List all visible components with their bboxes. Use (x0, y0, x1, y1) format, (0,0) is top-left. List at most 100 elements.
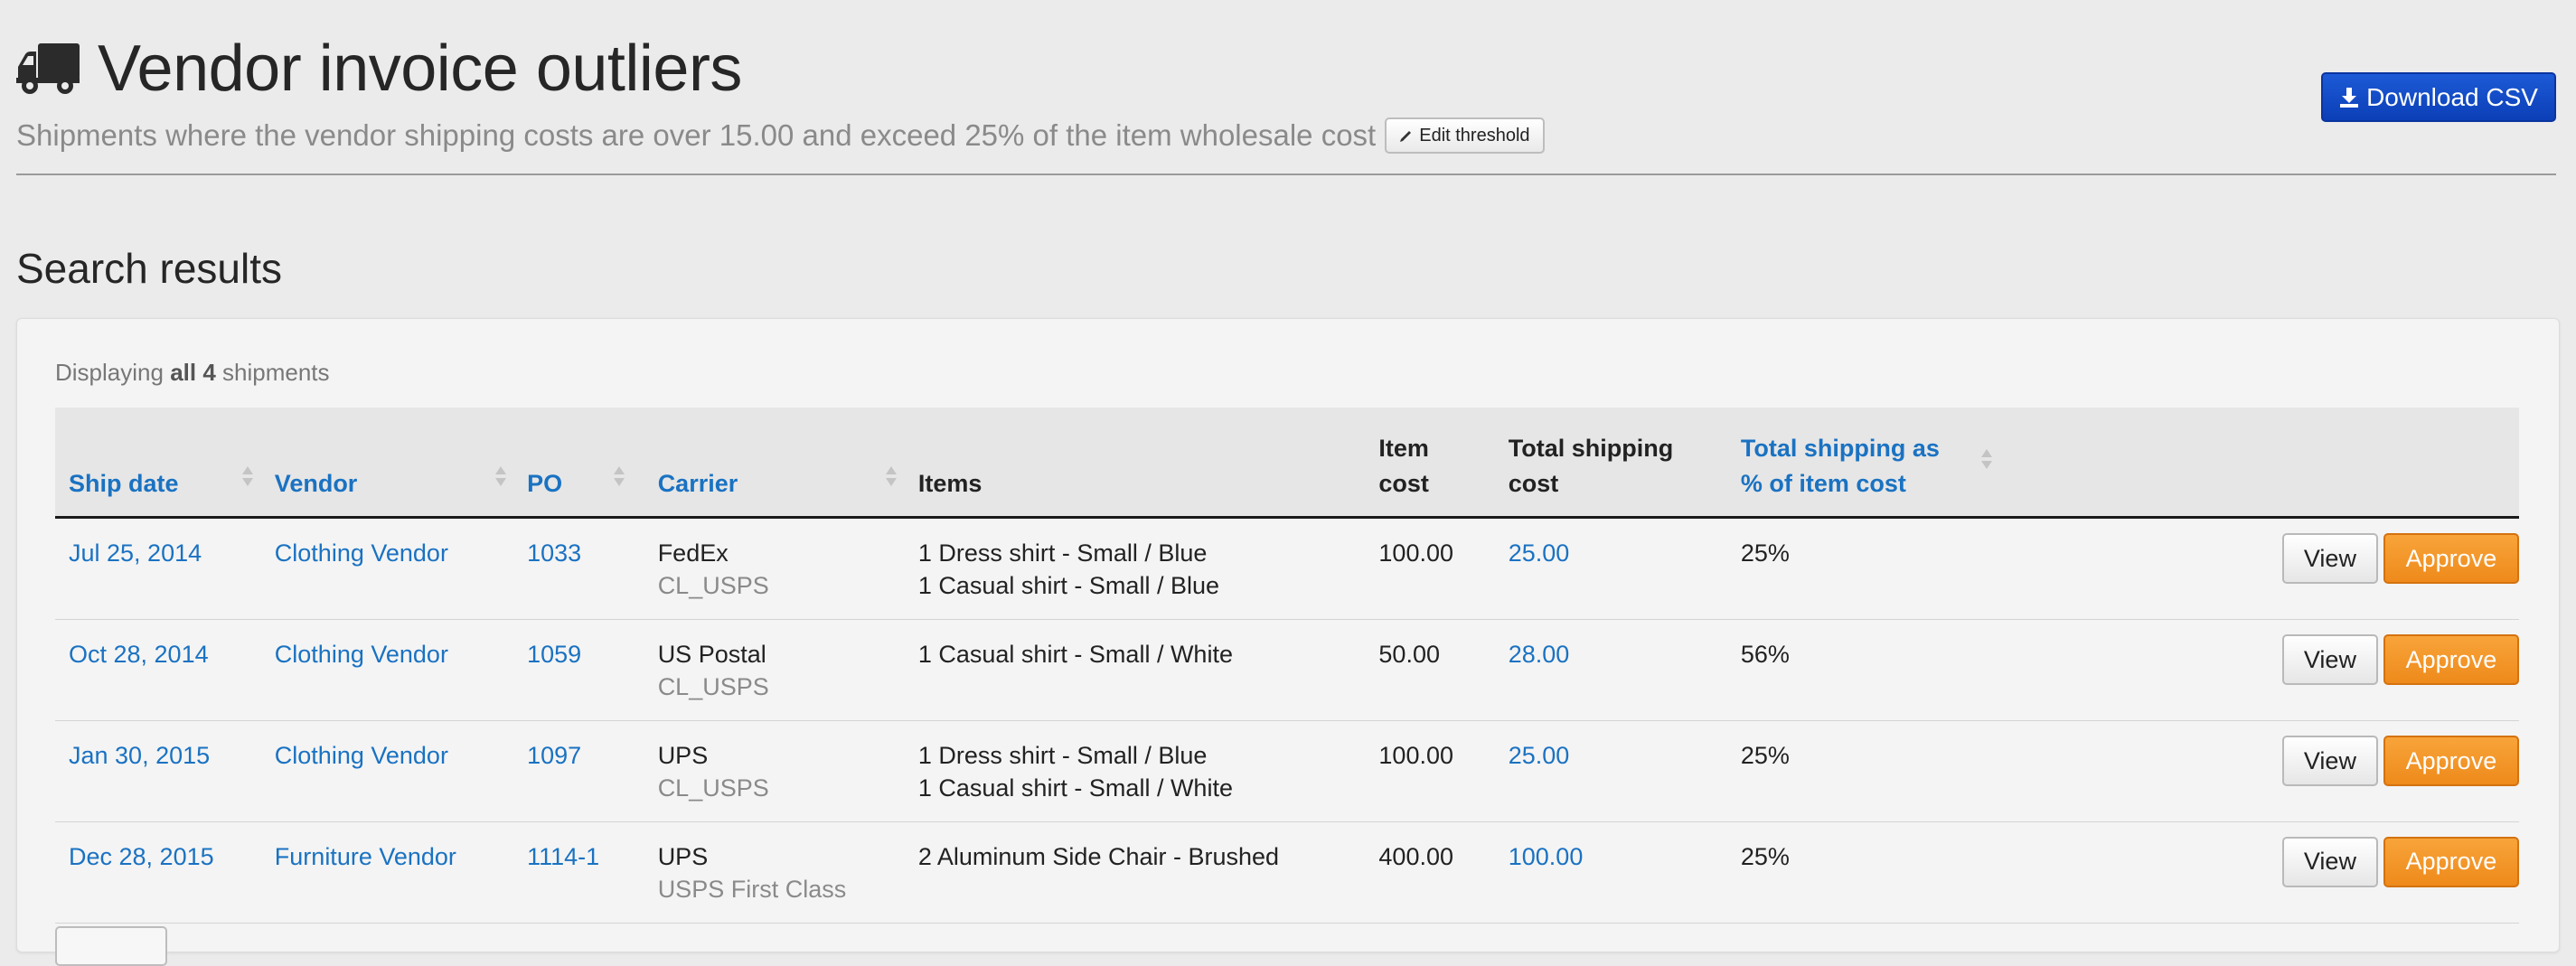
subtitle-row: Shipments where the vendor shipping cost… (16, 117, 1545, 154)
row-actions: View Approve (2011, 533, 2519, 584)
shipping-pct-header-line1: Total shipping as (1740, 434, 1940, 462)
results-count-prefix: Displaying (55, 359, 164, 386)
column-header-vendor[interactable]: Vendor (260, 408, 514, 519)
po-header-label: PO (527, 469, 563, 497)
results-count: Displaying all 4 shipments (55, 359, 330, 387)
total-shipping-header-line2: cost (1508, 469, 1559, 497)
item-cost-header-line2: cost (1378, 469, 1429, 497)
ship-date-header-label: Ship date (69, 469, 179, 497)
ship-date-link[interactable]: Jan 30, 2015 (69, 742, 210, 769)
results-count-value: all 4 (170, 359, 216, 386)
view-button[interactable]: View (2281, 633, 2378, 685)
item-cost-value: 100.00 (1378, 741, 1453, 769)
shipping-pct-value: 25% (1740, 539, 1790, 567)
item-cost-value: 400.00 (1378, 842, 1453, 870)
carrier-service: CL_USPS (657, 673, 769, 701)
column-header-items: Items (904, 408, 1366, 519)
item-line: 1 Casual shirt - Small / White (917, 640, 1233, 668)
item-line: 1 Casual shirt - Small / Blue (917, 572, 1219, 600)
po-link[interactable]: 1114-1 (527, 843, 599, 870)
items-header-label: Items (917, 469, 982, 497)
column-header-item-cost: Item cost (1365, 408, 1495, 519)
total-shipping-header-line1: Total shipping (1508, 434, 1674, 462)
header-divider (16, 174, 2556, 175)
vendor-header-label: Vendor (274, 469, 358, 497)
ship-date-link[interactable]: Jul 25, 2014 (69, 539, 202, 567)
search-results-title: Search results (16, 245, 283, 292)
shipping-pct-value: 25% (1740, 741, 1790, 769)
vendor-link[interactable]: Clothing Vendor (275, 539, 448, 567)
item-cost-value: 100.00 (1378, 539, 1453, 567)
po-link[interactable]: 1033 (527, 539, 581, 567)
column-header-po[interactable]: PO (513, 408, 644, 519)
edit-threshold-button[interactable]: Edit threshold (1385, 117, 1545, 154)
shipping-pct-value: 56% (1740, 640, 1790, 668)
approve-button[interactable]: Approve (2383, 735, 2519, 786)
view-button[interactable]: View (2281, 533, 2378, 584)
item-line: 2 Aluminum Side Chair - Brushed (917, 842, 1280, 870)
po-link[interactable]: 1059 (527, 641, 581, 668)
carrier-header-label: Carrier (657, 469, 738, 497)
sort-arrows-icon (242, 466, 253, 487)
item-line: 1 Dress shirt - Small / Blue (917, 741, 1208, 769)
download-csv-button[interactable]: Download CSV (2321, 72, 2556, 122)
shipping-pct-header-line2: % of item cost (1740, 469, 1906, 497)
page-title: Vendor invoice outliers (98, 33, 742, 105)
approve-button[interactable]: Approve (2383, 836, 2519, 887)
table-header-row: Ship date Vendor PO Carrier Items Item c… (55, 408, 2519, 519)
pagination-button[interactable] (55, 926, 167, 966)
approve-button[interactable]: Approve (2383, 633, 2519, 685)
row-actions: View Approve (2011, 633, 2519, 685)
ship-date-link[interactable]: Oct 28, 2014 (69, 641, 209, 668)
item-line: 1 Dress shirt - Small / Blue (917, 539, 1208, 567)
item-cost-header-line1: Item (1378, 434, 1429, 462)
title-row: Vendor invoice outliers (16, 25, 2558, 112)
column-header-ship-date[interactable]: Ship date (55, 408, 261, 519)
carrier-name: FedEx (657, 539, 729, 567)
vendor-link[interactable]: Clothing Vendor (275, 641, 448, 668)
total-shipping-link[interactable]: 25.00 (1509, 742, 1570, 769)
vendor-link[interactable]: Furniture Vendor (275, 843, 456, 870)
sort-arrows-icon (1980, 449, 1992, 470)
page-subtitle: Shipments where the vendor shipping cost… (16, 118, 1377, 152)
sort-arrows-icon (614, 466, 625, 487)
download-csv-label: Download CSV (2366, 82, 2538, 111)
download-icon (2340, 87, 2359, 108)
table-row: Jan 30, 2015 Clothing Vendor 1097 UPS CL… (55, 720, 2519, 822)
view-button[interactable]: View (2281, 836, 2378, 887)
column-header-total-shipping: Total shipping cost (1494, 408, 1727, 519)
shipping-pct-value: 25% (1740, 842, 1790, 870)
view-button[interactable]: View (2281, 735, 2378, 786)
carrier-service: CL_USPS (657, 774, 769, 802)
total-shipping-link[interactable]: 25.00 (1509, 539, 1570, 567)
row-actions: View Approve (2011, 735, 2519, 786)
table-row: Jul 25, 2014 Clothing Vendor 1033 FedEx … (55, 517, 2519, 620)
page-header: Vendor invoice outliers Shipments where … (16, 25, 2558, 154)
item-cost-value: 50.00 (1378, 640, 1440, 668)
carrier-service: USPS First Class (657, 876, 847, 904)
item-line: 1 Casual shirt - Small / White (917, 774, 1233, 802)
column-header-carrier[interactable]: Carrier (644, 408, 905, 519)
sort-arrows-icon (885, 466, 897, 487)
column-header-actions (1997, 408, 2519, 519)
sort-arrows-icon (494, 466, 506, 487)
table-row: Dec 28, 2015 Furniture Vendor 1114-1 UPS… (55, 821, 2519, 924)
ship-date-link[interactable]: Dec 28, 2015 (69, 843, 214, 870)
carrier-service: CL_USPS (657, 572, 769, 600)
po-link[interactable]: 1097 (527, 742, 581, 769)
total-shipping-link[interactable]: 28.00 (1509, 641, 1570, 668)
vendor-link[interactable]: Clothing Vendor (275, 742, 448, 769)
shipments-table: Ship date Vendor PO Carrier Items Item c… (55, 408, 2519, 924)
results-panel: Displaying all 4 shipments Ship date Ven… (16, 318, 2560, 966)
table-row: Oct 28, 2014 Clothing Vendor 1059 US Pos… (55, 619, 2519, 721)
results-count-suffix: shipments (222, 359, 330, 386)
carrier-name: US Postal (657, 640, 766, 668)
column-header-shipping-pct[interactable]: Total shipping as % of item cost (1726, 408, 1998, 519)
carrier-name: UPS (657, 741, 709, 769)
truck-icon (16, 43, 80, 94)
row-actions: View Approve (2011, 836, 2519, 887)
total-shipping-link[interactable]: 100.00 (1509, 843, 1584, 870)
approve-button[interactable]: Approve (2383, 533, 2519, 584)
pencil-icon (1400, 131, 1412, 142)
carrier-name: UPS (657, 842, 709, 870)
